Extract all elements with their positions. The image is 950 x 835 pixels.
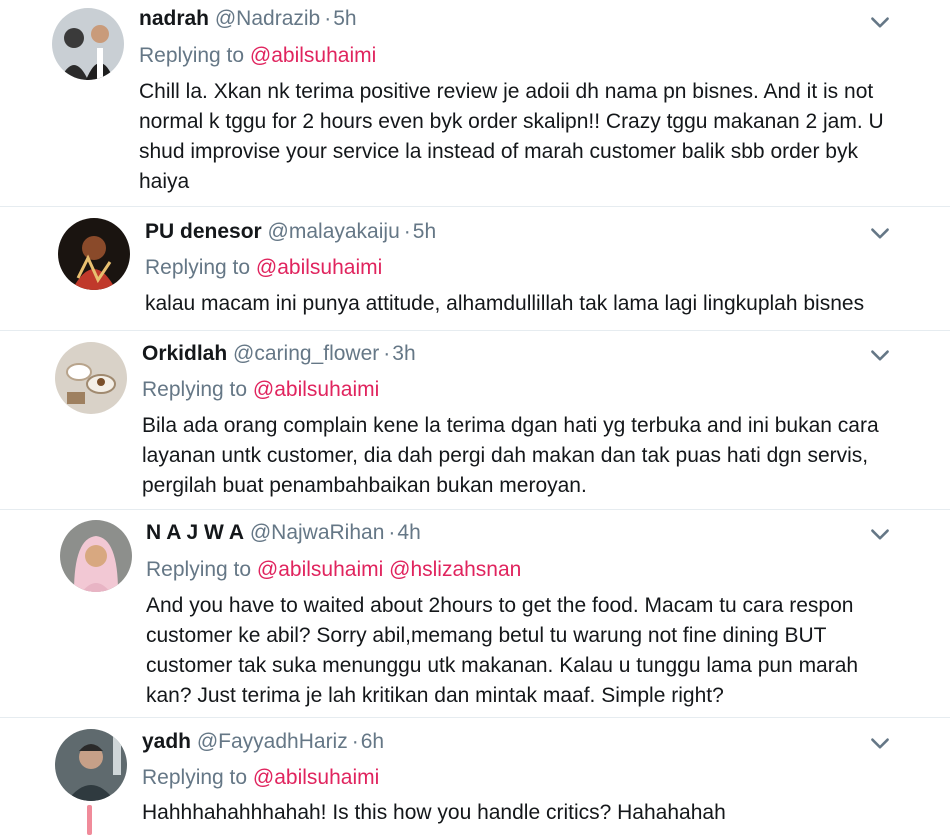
- timestamp[interactable]: 5h: [413, 220, 436, 243]
- display-name[interactable]: PU denesor: [145, 220, 262, 243]
- tweet-text: Bila ada orang complain kene la terima d…: [142, 411, 902, 501]
- mention-link[interactable]: @abilsuhaimi: [256, 256, 382, 279]
- avatar[interactable]: [60, 520, 132, 592]
- tweet-text: And you have to waited about 2hours to g…: [146, 591, 906, 711]
- replying-to: Replying to @abilsuhaimi @hslizahsnan: [146, 557, 521, 583]
- tweet-text-line: pergilah buat penambahbaikan bukan meroy…: [142, 474, 587, 497]
- separator-dot: ·: [403, 220, 411, 243]
- display-name[interactable]: N A J W A: [146, 521, 244, 544]
- timestamp[interactable]: 6h: [361, 730, 384, 753]
- chevron-down-icon[interactable]: [867, 343, 893, 369]
- tweet-text-line: Bila ada orang complain kene la terima d…: [142, 414, 879, 437]
- timestamp[interactable]: 5h: [333, 7, 356, 30]
- replying-to: Replying to @abilsuhaimi: [139, 43, 376, 69]
- replying-to: Replying to @abilsuhaimi: [142, 765, 379, 791]
- divider: [0, 509, 950, 510]
- tweet-text-line: haiya: [139, 170, 190, 193]
- tweet-text: Hahhhahahhhahah! Is this how you handle …: [142, 798, 902, 828]
- tweet-text-line: Chill la. Xkan nk terima positive review…: [139, 80, 874, 103]
- chevron-down-icon[interactable]: [867, 522, 893, 548]
- tweet-text-line: shud improvise your service la instead o…: [139, 140, 858, 163]
- chevron-down-icon[interactable]: [867, 221, 893, 247]
- mention-link[interactable]: @abilsuhaimi: [250, 44, 376, 67]
- separator-dot: ·: [351, 730, 359, 753]
- avatar[interactable]: [55, 729, 127, 801]
- replying-to-label: Replying to: [142, 766, 248, 789]
- tweet-text-line: normal k tggu for 2 hours even byk order…: [139, 110, 884, 133]
- tweet-text-line: customer ke abil? Sorry abil,memang betu…: [146, 624, 827, 647]
- mention-link[interactable]: @abilsuhaimi: [253, 766, 379, 789]
- replying-to-label: Replying to: [145, 256, 251, 279]
- mention-link[interactable]: @abilsuhaimi: [257, 558, 383, 581]
- timestamp[interactable]: 4h: [397, 521, 420, 544]
- tweet-text-line: kan? Just terima je lah kritikan dan min…: [146, 684, 724, 707]
- tweet-text-line: customer tak suka menunggu utk makanan. …: [146, 654, 859, 677]
- replying-to: Replying to @abilsuhaimi: [142, 377, 379, 403]
- avatar[interactable]: [52, 8, 124, 80]
- tweet-text-line: kalau macam ini punya attitude, alhamdul…: [145, 292, 865, 315]
- user-handle[interactable]: @Nadrazib: [215, 7, 320, 30]
- mention-link[interactable]: @abilsuhaimi: [253, 378, 379, 401]
- chevron-down-icon[interactable]: [867, 10, 893, 36]
- tweet-text-line: Hahhhahahhhahah! Is this how you handle …: [142, 801, 726, 824]
- tweet-text-line: And you have to waited about 2hours to g…: [146, 594, 854, 617]
- divider: [0, 717, 950, 718]
- user-handle[interactable]: @malayakaiju: [268, 220, 400, 243]
- display-name[interactable]: yadh: [142, 730, 191, 753]
- chevron-down-icon[interactable]: [867, 731, 893, 757]
- separator-dot: ·: [383, 342, 391, 365]
- separator-dot: ·: [324, 7, 332, 30]
- divider: [0, 330, 950, 331]
- divider: [0, 206, 950, 207]
- tweet-text-line: layanan untk customer, dia dah pergi dah…: [142, 444, 869, 467]
- tweet-text: kalau macam ini punya attitude, alhamdul…: [145, 289, 905, 319]
- user-handle[interactable]: @NajwaRihan: [250, 521, 385, 544]
- mention-link[interactable]: @hslizahsnan: [389, 558, 521, 581]
- display-name[interactable]: Orkidlah: [142, 342, 227, 365]
- user-handle[interactable]: @caring_flower: [233, 342, 379, 365]
- thread-line: [87, 805, 92, 835]
- replying-to-label: Replying to: [142, 378, 248, 401]
- replying-to-label: Replying to: [146, 558, 252, 581]
- replying-to: Replying to @abilsuhaimi: [145, 255, 382, 281]
- avatar[interactable]: [58, 218, 130, 290]
- avatar[interactable]: [55, 342, 127, 414]
- tweet-text: Chill la. Xkan nk terima positive review…: [139, 77, 899, 197]
- timestamp[interactable]: 3h: [392, 342, 415, 365]
- display-name[interactable]: nadrah: [139, 7, 209, 30]
- user-handle[interactable]: @FayyadhHariz: [197, 730, 348, 753]
- separator-dot: ·: [388, 521, 396, 544]
- replying-to-label: Replying to: [139, 44, 245, 67]
